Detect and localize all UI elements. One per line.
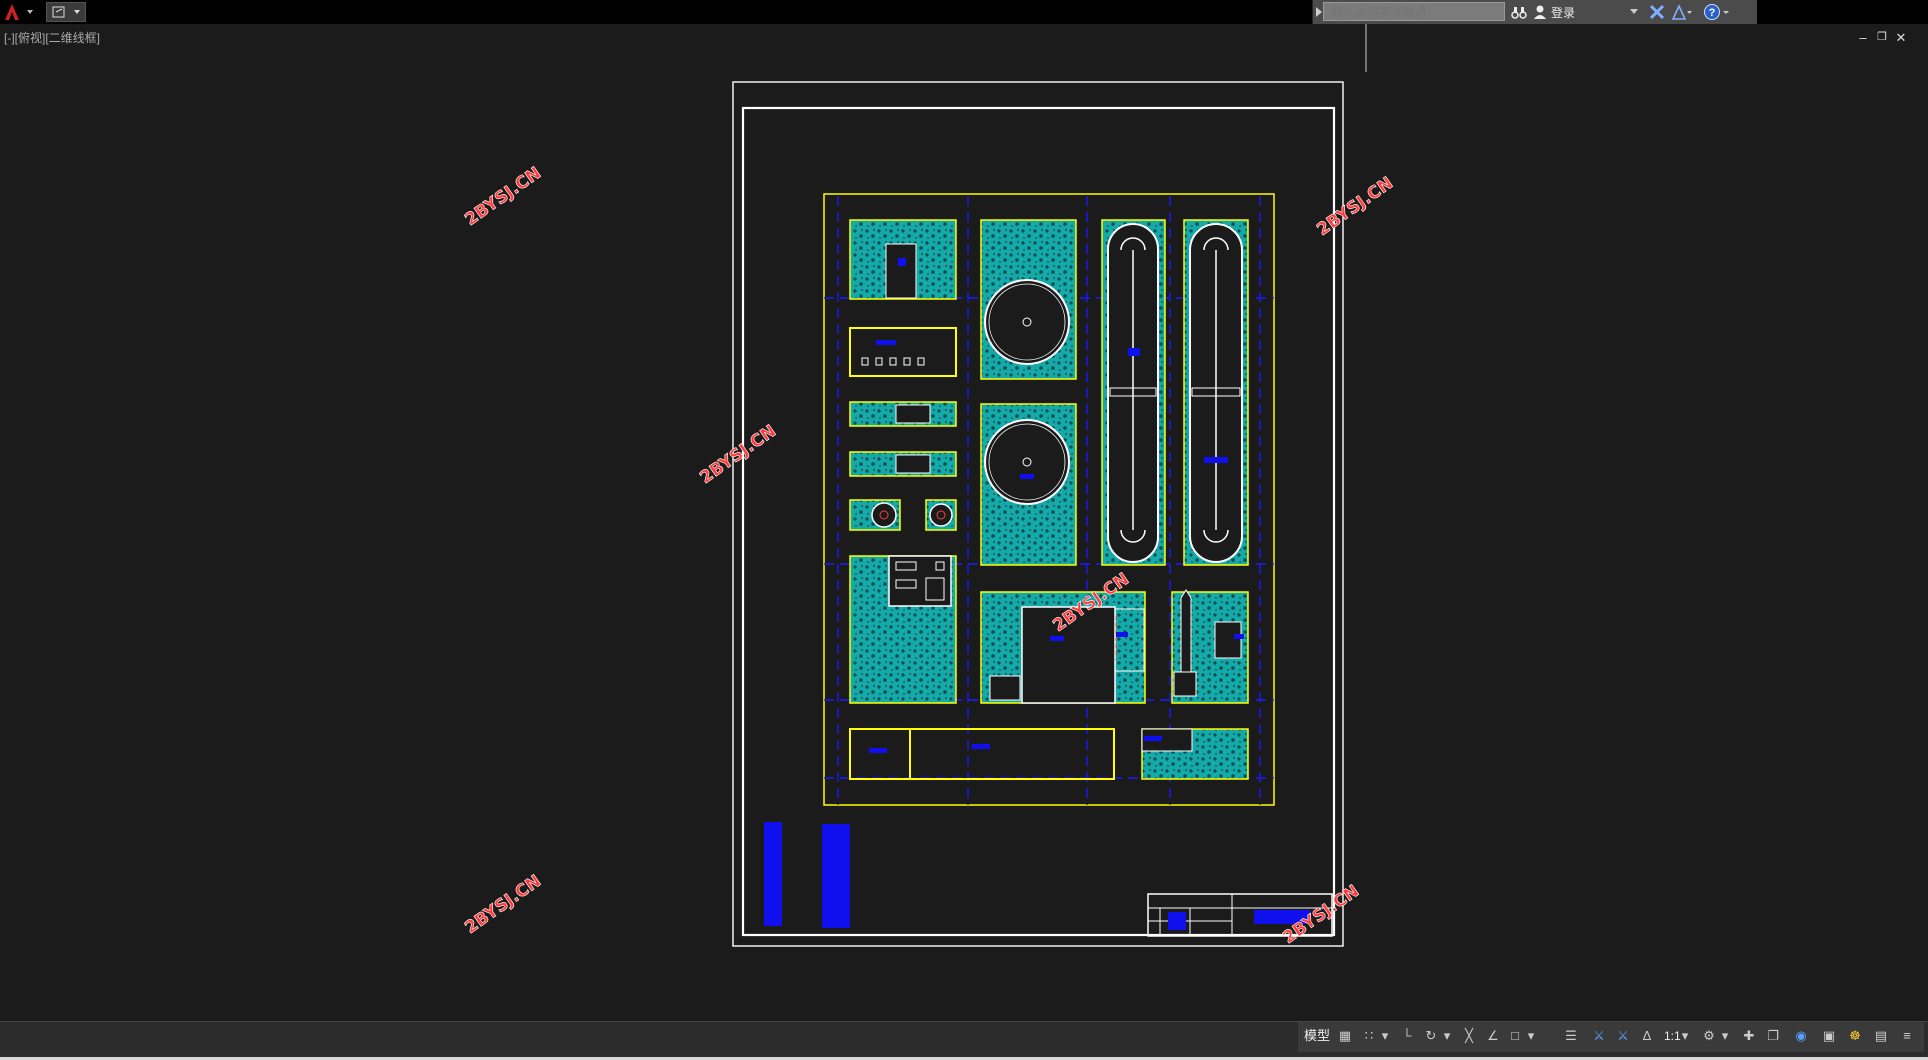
lineweight-icon[interactable]: ☰ [1560,1026,1582,1046]
auto-scale-icon[interactable]: ⚔ [1612,1026,1634,1046]
autocad-a-icon [5,4,33,20]
disinfection-pipe [1180,589,1192,681]
application-menu-button[interactable] [2,2,38,22]
plus-icon[interactable]: ✚ [1738,1026,1760,1046]
clarifier-2-tank [984,419,1070,505]
grit-channel-2 [895,454,931,474]
login-dropdown-icon[interactable] [1630,9,1638,15]
drawing-canvas[interactable]: 2BYSJ.CN 2BYSJ.CN 2BYSJ.CN 2BYSJ.CN 2BYS… [0,24,1928,1020]
dyn-dropdown-icon[interactable]: ▾ [1526,1026,1536,1046]
search-input[interactable] [1324,3,1504,21]
pump-1 [871,502,897,528]
pump-2 [929,503,953,527]
viewport-controls-label[interactable]: [-][俯视][二维线框] [4,29,100,46]
help-icon[interactable]: ? [1703,3,1731,21]
watermark-2: 2BYSJ.CN [1313,173,1396,240]
minimize-icon[interactable]: – [1855,30,1871,45]
annotation-scale-icon[interactable]: ∆ [1636,1026,1658,1046]
watermark-5: 2BYSJ.CN [461,871,544,938]
toolbar-lock-icon[interactable]: ☸ [1844,1026,1866,1046]
scale-dropdown-icon[interactable]: ▾ [1680,1026,1690,1046]
clean-screen-icon[interactable]: ▣ [1818,1026,1840,1046]
annotation-visibility-icon[interactable]: ⚔ [1588,1026,1610,1046]
model-space-button[interactable]: 模型 [1300,1025,1334,1047]
grid-icon[interactable]: ▦ [1334,1026,1356,1046]
snap-dropdown-icon[interactable]: ▾ [1380,1026,1390,1046]
binoculars-icon[interactable] [1511,4,1527,20]
ortho-icon[interactable]: └ [1396,1026,1418,1046]
workspace-dropdown-icon[interactable]: ▾ [1720,1026,1730,1046]
screen-channel [885,243,917,299]
watermark-1: 2BYSJ.CN [461,163,544,230]
snap-icon[interactable]: ∷ [1358,1026,1380,1046]
polar-dropdown-icon[interactable]: ▾ [1442,1026,1452,1046]
search-box[interactable] [1323,2,1505,21]
disinfection-pump [1173,671,1197,697]
blower-room [888,555,952,607]
user-icon [1534,5,1546,19]
dyn-ucs-icon[interactable]: □ [1504,1026,1526,1046]
otrack-icon[interactable]: ∠ [1482,1026,1504,1046]
exchange-icon[interactable] [1649,4,1665,20]
grit-channel-1 [895,404,931,424]
annotation-scale-value[interactable]: 1:1 [1664,1026,1681,1046]
quick-access-toolbar[interactable] [46,2,86,22]
quick-access-toolbar-icon [52,6,80,18]
workspace-gear-icon[interactable]: ⚙ [1698,1026,1720,1046]
office-building[interactable] [849,728,1115,780]
control-building-windows [861,357,925,366]
infocenter-bar: 登录 ? [1312,0,1757,24]
hardware-accel-icon[interactable]: ◉ [1790,1026,1812,1046]
restore-icon[interactable]: ❐ [1874,30,1890,43]
sludge-pump-box [989,675,1021,701]
close-icon[interactable]: ✕ [1893,30,1909,46]
expand-arrow-icon[interactable] [1315,6,1323,18]
disinfection-tank [1214,621,1242,659]
fullscreen-icon[interactable]: ▤ [1870,1026,1892,1046]
clarifier-1-tank [984,279,1070,365]
watermark-3: 2BYSJ.CN [696,421,779,488]
autodesk-a360-icon[interactable] [1671,4,1693,20]
polar-icon[interactable]: ↻ [1420,1026,1442,1046]
login-label[interactable]: 登录 [1551,4,1575,21]
svg-text:?: ? [1709,7,1716,19]
customize-menu-icon[interactable]: ≡ [1896,1026,1918,1046]
osnap-icon[interactable]: ╳ [1458,1026,1480,1046]
isolate-icon[interactable]: ❐ [1762,1026,1784,1046]
control-building[interactable] [849,327,957,377]
